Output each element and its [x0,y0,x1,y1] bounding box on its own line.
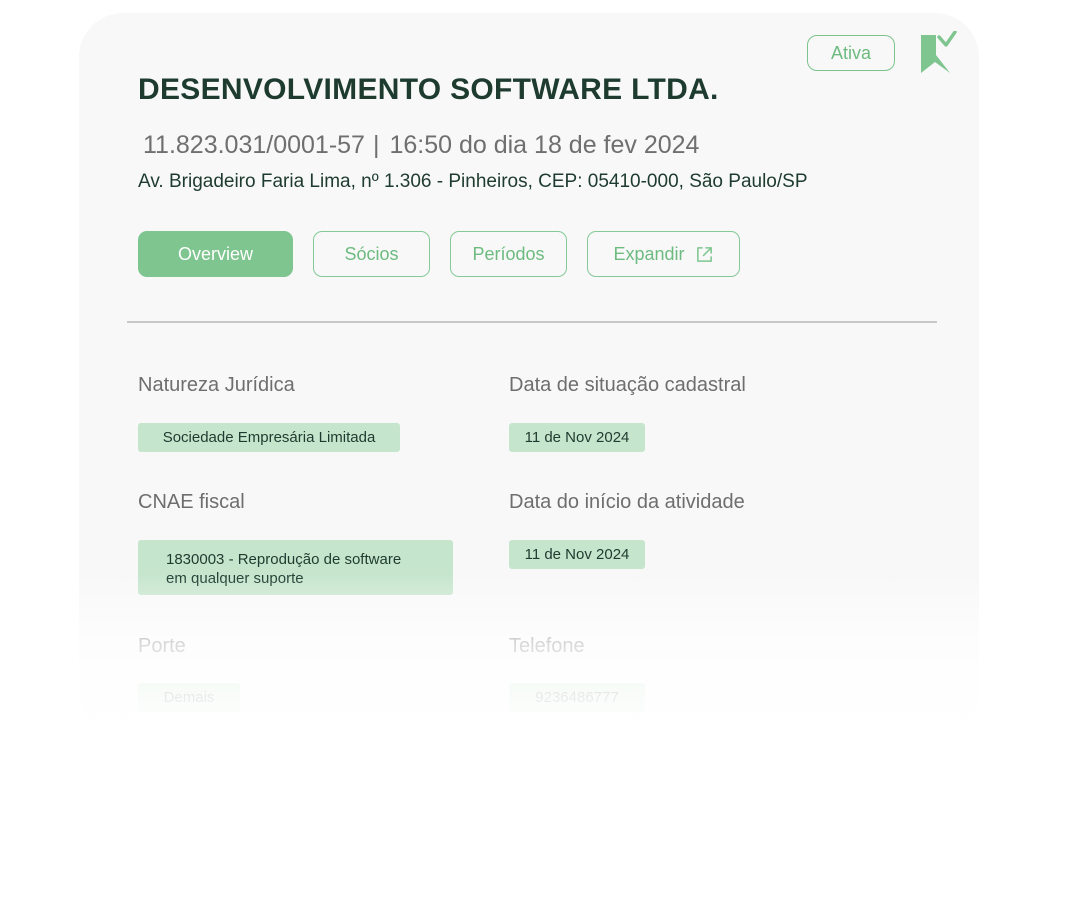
company-card: Ativa DESENVOLVIMENTO SOFTWARE LTDA. 11.… [79,13,979,733]
telefone-value: 9236486777 [509,683,645,712]
inicio-label: Data do início da atividade [509,491,745,513]
cnae-value: 1830003 - Reprodução de software em qual… [138,540,453,595]
cnae-value-line-1: 1830003 - Reprodução de software [166,551,402,568]
external-link-icon [696,246,712,262]
cnae-value-line-2: em qualquer suporte [166,570,304,587]
porte-label: Porte [138,635,186,657]
tab-overview[interactable]: Overview [138,231,293,277]
porte-value: Demais [138,683,240,712]
tab-socios-label: Sócios [344,243,399,264]
natureza-value: Sociedade Empresária Limitada [138,423,400,452]
tab-periodos-label: Períodos [472,243,545,264]
tab-socios[interactable]: Sócios [313,231,430,277]
situacao-value: 11 de Nov 2024 [509,423,645,452]
meta-separator: | [372,131,380,159]
cnae-label: CNAE fiscal [138,491,245,513]
situacao-label: Data de situação cadastral [509,374,746,396]
company-meta: 11.823.031/0001-57 | 16:50 do dia 18 de fe… [143,131,699,160]
company-name: DESENVOLVIMENTO SOFTWARE LTDA. [138,73,719,106]
tab-periodos[interactable]: Períodos [450,231,567,277]
cnpj-number: 11.823.031/0001-57 [143,131,365,159]
natureza-label: Natureza Jurídica [138,374,295,396]
section-divider [127,321,937,323]
inicio-value: 11 de Nov 2024 [509,540,645,569]
query-datetime: 16:50 do dia 18 de fev 2024 [389,131,700,159]
company-address: Av. Brigadeiro Faria Lima, nº 1.306 - Pi… [138,171,808,192]
checkmark-flag-logo [921,31,957,73]
tab-overview-label: Overview [177,243,253,264]
telefone-label: Telefone [509,635,585,657]
tab-expandir-label: Expandir [613,243,685,264]
tab-expandir[interactable]: Expandir [587,231,740,277]
status-badge: Ativa [807,35,895,71]
